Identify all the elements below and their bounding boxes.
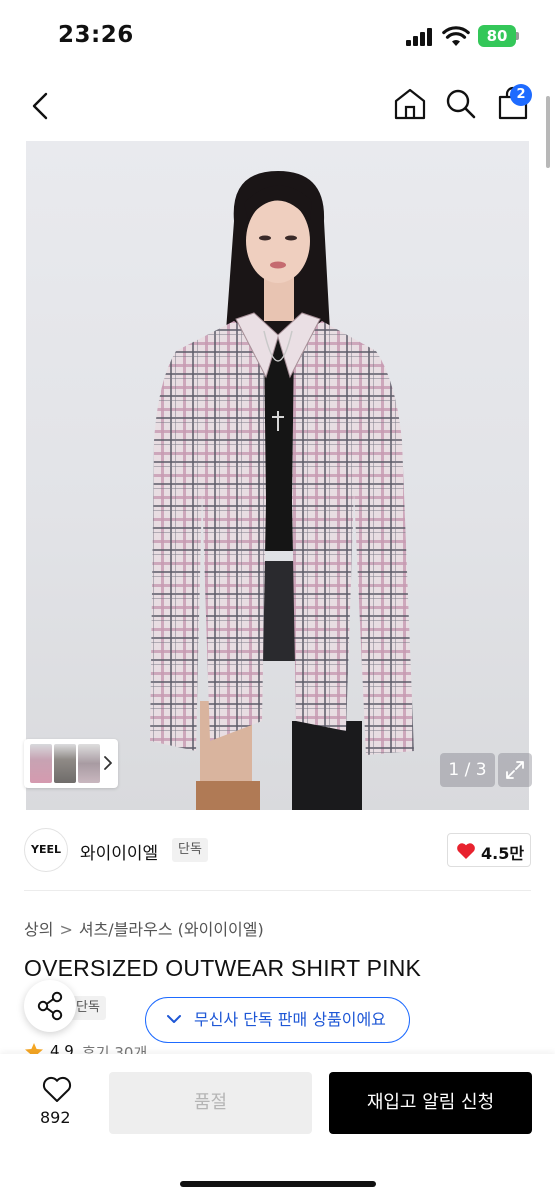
cart-count-badge: 2 <box>510 84 532 106</box>
divider <box>24 890 531 891</box>
thumbnail[interactable] <box>30 744 52 783</box>
brand-exclusive-tag: 단독 <box>172 838 208 862</box>
expand-icon[interactable] <box>498 753 532 787</box>
cellular-signal-icon <box>406 28 434 46</box>
top-nav <box>0 72 555 140</box>
home-indicator <box>180 1181 376 1187</box>
brand-like-button[interactable]: 4.5만 <box>447 833 531 867</box>
heart-filled-icon <box>457 843 475 859</box>
breadcrumb: 상의 > 셔츠/블라우스 (와이이이엘) <box>24 916 264 940</box>
battery-indicator: 80 <box>478 25 516 47</box>
status-bar: 23:26 80 <box>0 0 555 72</box>
thumbnail-strip[interactable] <box>24 739 118 788</box>
thumbnail[interactable] <box>54 744 76 783</box>
product-photo <box>150 171 414 810</box>
breadcrumb-category[interactable]: 상의 <box>24 916 53 940</box>
chevron-down-icon <box>167 1015 181 1023</box>
share-button[interactable] <box>24 980 76 1032</box>
product-image[interactable] <box>26 141 529 810</box>
wish-count: 892 <box>40 1108 71 1127</box>
breadcrumb-subcategory[interactable]: 셔츠/블라우스 (와이이이엘) <box>79 916 264 940</box>
scroll-indicator <box>546 96 550 168</box>
breadcrumb-separator-icon: > <box>59 920 73 939</box>
brand-logo[interactable]: YEEL <box>24 828 68 872</box>
exclusive-notice-pill[interactable]: 무신사 단독 판매 상품이에요 <box>145 997 410 1043</box>
bottom-action-bar: 892 품절 재입고 알림 신청 <box>0 1054 555 1200</box>
brand-like-count: 4.5만 <box>481 844 525 863</box>
thumbnail[interactable] <box>78 744 100 783</box>
product-title: OVERSIZED OUTWEAR SHIRT PINK <box>24 955 422 981</box>
share-icon <box>37 991 63 1021</box>
search-icon[interactable] <box>444 86 478 122</box>
battery-level: 80 <box>486 27 508 45</box>
image-counter: 1 / 3 <box>440 753 495 787</box>
brand-name[interactable]: 와이이이엘 <box>80 839 158 864</box>
wifi-icon <box>442 26 470 46</box>
chevron-left-icon[interactable] <box>26 88 56 124</box>
battery-tip <box>516 32 519 40</box>
restock-alert-button[interactable]: 재입고 알림 신청 <box>329 1072 532 1134</box>
heart-outline-icon[interactable] <box>42 1076 72 1103</box>
soldout-button: 품절 <box>109 1072 312 1134</box>
chevron-right-icon[interactable] <box>102 753 114 773</box>
status-time: 23:26 <box>58 22 134 48</box>
home-icon[interactable] <box>392 86 428 122</box>
exclusive-notice-text: 무신사 단독 판매 상품이에요 <box>194 1010 386 1029</box>
